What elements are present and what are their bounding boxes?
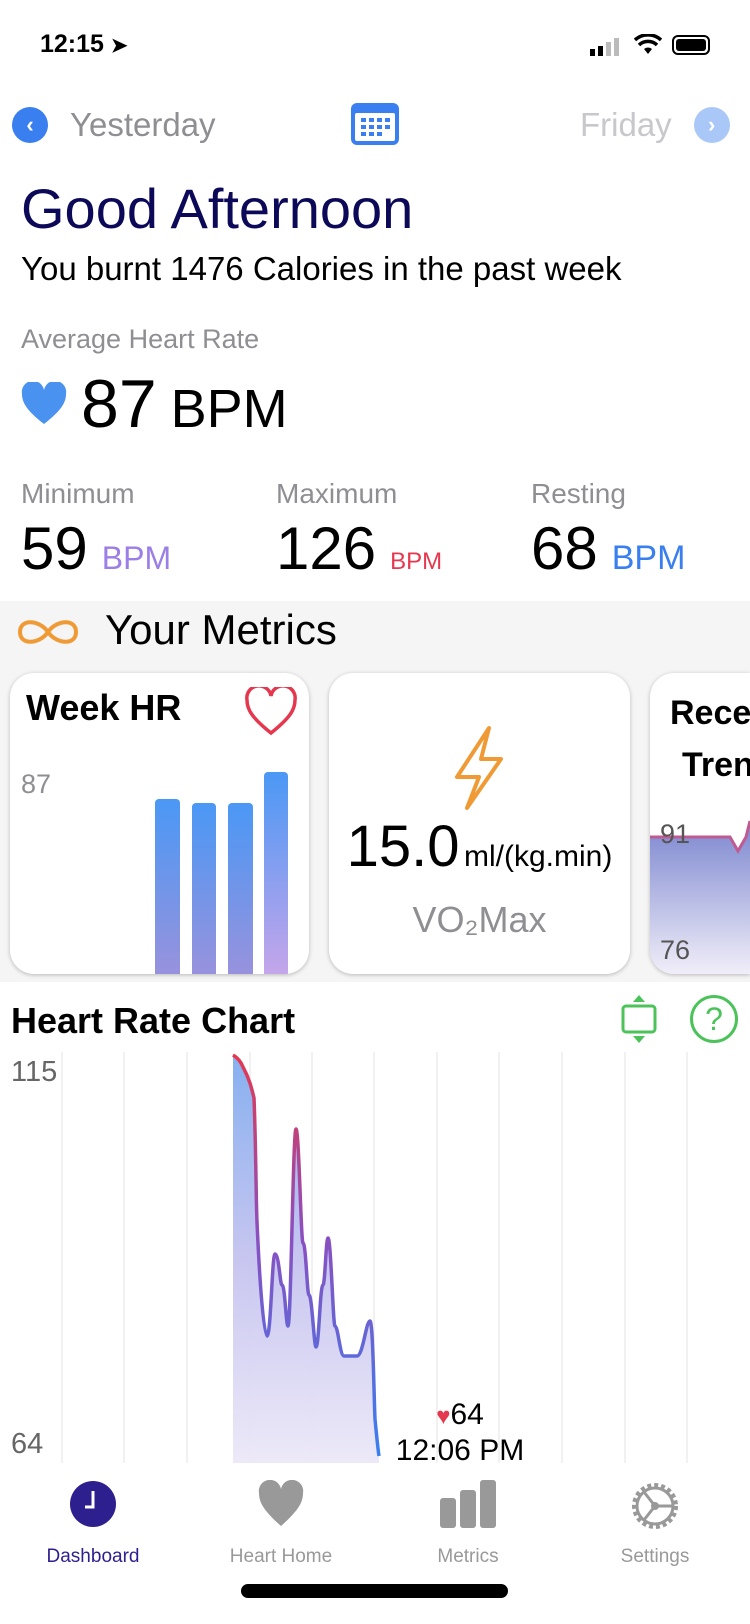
status-time: 12:15 ➤	[40, 30, 128, 58]
infinity-icon	[17, 620, 79, 644]
prev-day-button[interactable]: ‹ Yesterday	[12, 106, 216, 144]
chevron-left-icon: ‹	[12, 107, 48, 143]
gear-icon	[632, 1483, 678, 1529]
chevron-right-icon: ›	[693, 107, 730, 143]
location-arrow-icon: ➤	[110, 35, 128, 57]
bar	[155, 799, 180, 974]
hr-chart-title: Heart Rate Chart	[11, 1000, 296, 1041]
tab-heart-home[interactable]: Heart Home	[206, 1479, 356, 1568]
home-indicator	[241, 1584, 508, 1598]
week-hr-bars	[155, 772, 288, 974]
greeting: Good Afternoon	[21, 177, 414, 240]
y-axis-max: 115	[11, 1056, 58, 1088]
lightning-icon	[455, 726, 503, 810]
bar	[264, 772, 288, 974]
calories-summary: You burnt 1476 Calories in the past week	[21, 250, 622, 287]
stat-resting: Resting 68 BPM	[531, 478, 686, 582]
chart-tooltip: ♥64 12:06 PM	[395, 1398, 525, 1467]
fit-screen-icon[interactable]	[617, 994, 661, 1044]
tab-dashboard[interactable]: Dashboard	[18, 1480, 168, 1568]
tab-metrics[interactable]: Metrics	[393, 1480, 543, 1568]
metrics-title: Your Metrics	[105, 606, 337, 653]
battery-icon	[672, 35, 710, 55]
clock-icon	[70, 1481, 116, 1527]
wifi-icon	[634, 34, 662, 54]
next-day-button[interactable]: Friday ›	[580, 106, 730, 144]
signal-icon	[590, 38, 619, 56]
heart-icon	[21, 382, 67, 424]
calendar-icon[interactable]	[349, 101, 401, 147]
heart-icon	[258, 1479, 304, 1526]
heart-icon: ♥	[436, 1403, 451, 1430]
recent-trend-card[interactable]: Rece Tren 91 76	[650, 673, 750, 974]
help-button[interactable]: ?	[690, 995, 738, 1043]
tab-settings[interactable]: Settings	[580, 1480, 730, 1568]
average-hr-label: Average Heart Rate	[21, 324, 260, 354]
bar-chart-icon	[440, 1480, 496, 1528]
stat-minimum: Minimum 59 BPM	[21, 478, 172, 582]
bar	[192, 803, 216, 974]
average-hr: 87 BPM	[21, 365, 288, 443]
hr-chart	[61, 1052, 688, 1463]
week-hr-card[interactable]: Week HR 87	[10, 673, 309, 974]
y-axis-min: 64	[11, 1428, 44, 1460]
bar	[228, 803, 253, 974]
vo2max-card[interactable]: 15.0 ml/(kg.min) VO₂Max	[329, 673, 630, 974]
stat-maximum: Maximum 126 BPM	[276, 478, 443, 582]
